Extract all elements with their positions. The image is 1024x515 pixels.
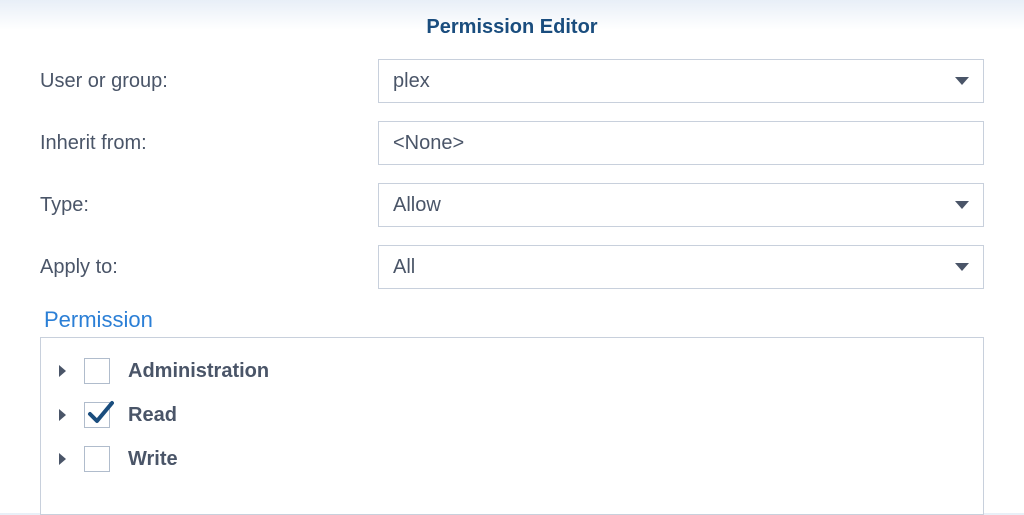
checkbox-write[interactable] xyxy=(84,446,110,472)
row-user-or-group: User or group: plex xyxy=(40,59,984,103)
permission-header: Permission xyxy=(40,307,984,333)
perm-label-read: Read xyxy=(128,404,177,427)
label-apply-to: Apply to: xyxy=(40,256,378,279)
perm-item-read: Read xyxy=(59,396,965,434)
chevron-down-icon xyxy=(955,201,969,209)
label-type: Type: xyxy=(40,194,378,217)
perm-item-write: Write xyxy=(59,440,965,478)
label-user-or-group: User or group: xyxy=(40,70,378,93)
checkbox-read[interactable] xyxy=(84,402,110,428)
select-apply-to[interactable]: All xyxy=(378,245,984,289)
chevron-down-icon xyxy=(955,263,969,271)
expand-icon[interactable] xyxy=(59,365,66,377)
perm-label-administration: Administration xyxy=(128,360,269,383)
select-user-or-group-value: plex xyxy=(393,70,430,93)
expand-icon[interactable] xyxy=(59,409,66,421)
select-type[interactable]: Allow xyxy=(378,183,984,227)
field-inherit-from-value: <None> xyxy=(393,132,464,155)
permission-panel: Administration Read Write xyxy=(40,337,984,515)
page-title: Permission Editor xyxy=(40,10,984,59)
field-inherit-from: <None> xyxy=(378,121,984,165)
label-inherit-from: Inherit from: xyxy=(40,132,378,155)
expand-icon[interactable] xyxy=(59,453,66,465)
perm-label-write: Write xyxy=(128,448,178,471)
chevron-down-icon xyxy=(955,77,969,85)
row-type: Type: Allow xyxy=(40,183,984,227)
select-type-value: Allow xyxy=(393,194,441,217)
checkbox-administration[interactable] xyxy=(84,358,110,384)
select-user-or-group[interactable]: plex xyxy=(378,59,984,103)
perm-item-administration: Administration xyxy=(59,352,965,390)
row-apply-to: Apply to: All xyxy=(40,245,984,289)
row-inherit-from: Inherit from: <None> xyxy=(40,121,984,165)
select-apply-to-value: All xyxy=(393,256,415,279)
